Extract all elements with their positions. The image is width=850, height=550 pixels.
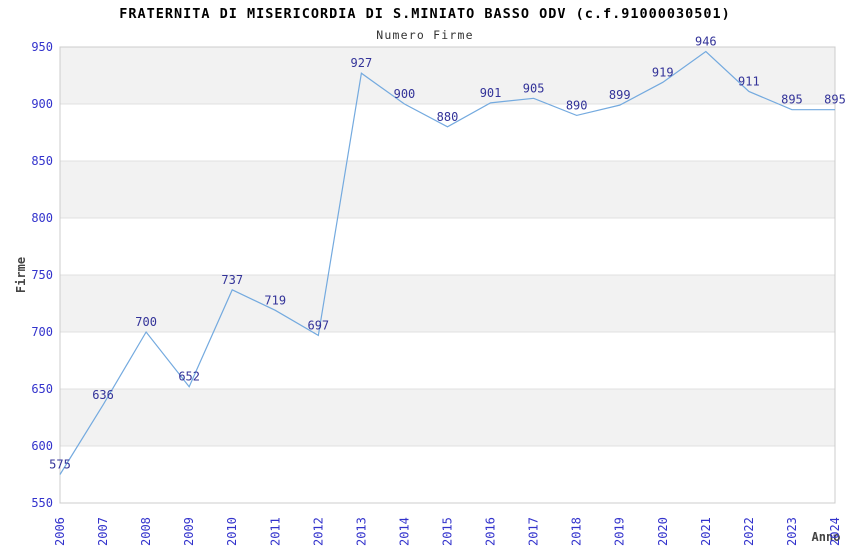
x-tick-label: 2012: [311, 517, 325, 546]
x-tick-label: 2006: [53, 517, 67, 546]
data-point-label: 700: [135, 315, 157, 329]
x-tick-label: 2013: [354, 517, 368, 546]
data-point-label: 636: [92, 388, 114, 402]
y-tick-label: 950: [31, 40, 53, 54]
x-tick-label: 2021: [699, 517, 713, 546]
data-point-label: 899: [609, 88, 631, 102]
x-tick-label: 2015: [441, 517, 455, 546]
y-tick-label: 900: [31, 97, 53, 111]
x-tick-label: 2020: [656, 517, 670, 546]
data-point-label: 901: [480, 86, 502, 100]
data-point-label: 697: [307, 318, 329, 332]
data-point-label: 927: [351, 56, 373, 70]
line-chart: FRATERNITA DI MISERICORDIA DI S.MINIATO …: [14, 6, 846, 546]
x-tick-label: 2023: [785, 517, 799, 546]
x-tick-label: 2008: [139, 517, 153, 546]
y-tick-label: 700: [31, 325, 53, 339]
grid-band: [60, 47, 835, 104]
x-tick-label: 2018: [570, 517, 584, 546]
data-point-label: 652: [178, 370, 200, 384]
data-point-label: 895: [824, 93, 846, 107]
y-tick-label: 750: [31, 268, 53, 282]
grid-band: [60, 446, 835, 503]
x-tick-label: 2016: [484, 517, 498, 546]
y-tick-label: 850: [31, 154, 53, 168]
x-tick-label: 2011: [268, 517, 282, 546]
y-tick-label: 800: [31, 211, 53, 225]
x-tick-label: 2007: [96, 517, 110, 546]
data-point-label: 890: [566, 98, 588, 112]
x-tick-label: 2014: [397, 517, 411, 546]
x-tick-label: 2010: [225, 517, 239, 546]
data-point-label: 900: [394, 87, 416, 101]
grid-band: [60, 218, 835, 275]
x-tick-label: 2019: [613, 517, 627, 546]
y-tick-label: 550: [31, 496, 53, 510]
grid-band: [60, 161, 835, 218]
grid-band: [60, 389, 835, 446]
data-point-label: 895: [781, 93, 803, 107]
data-point-label: 719: [264, 293, 286, 307]
chart-title: FRATERNITA DI MISERICORDIA DI S.MINIATO …: [119, 6, 731, 22]
data-point-label: 946: [695, 35, 717, 49]
x-tick-label: 2009: [182, 517, 196, 546]
y-tick-label: 600: [31, 439, 53, 453]
data-point-label: 880: [437, 110, 459, 124]
data-point-label: 575: [49, 458, 71, 472]
chart-page: FRATERNITA DI MISERICORDIA DI S.MINIATO …: [0, 0, 850, 550]
x-tick-label: 2024: [828, 517, 842, 546]
chart-subtitle: Numero Firme: [376, 28, 473, 42]
x-tick-label: 2022: [742, 517, 756, 546]
data-point-label: 911: [738, 74, 760, 88]
data-point-label: 905: [523, 81, 545, 95]
grid-band: [60, 275, 835, 332]
data-point-label: 737: [221, 273, 243, 287]
y-tick-label: 650: [31, 382, 53, 396]
data-point-label: 919: [652, 65, 674, 79]
y-axis-title: Firme: [14, 257, 28, 293]
x-tick-label: 2017: [527, 517, 541, 546]
plot-area: 550 600 650 700 750 800 850 900 950 2006 2007 2008 2…: [31, 35, 846, 546]
grid-band: [60, 332, 835, 389]
